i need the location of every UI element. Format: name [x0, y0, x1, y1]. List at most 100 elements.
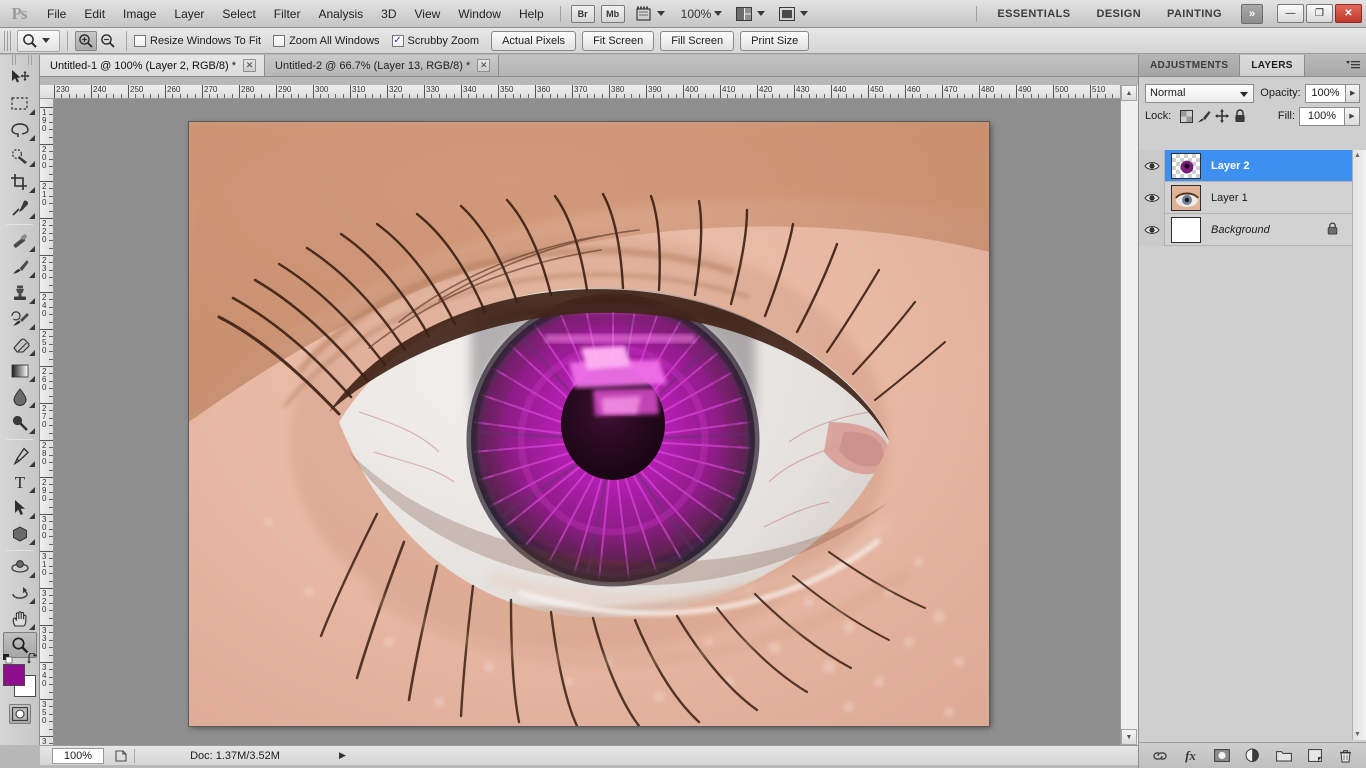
layer-style-fx-icon[interactable]: fx [1182, 747, 1200, 765]
color-swatches[interactable] [3, 664, 37, 698]
opacity-slider-arrow-icon[interactable]: ▶ [1346, 84, 1360, 103]
toolbox-grip[interactable] [0, 55, 39, 65]
new-layer-icon[interactable] [1306, 747, 1324, 765]
menu-window[interactable]: Window [449, 1, 510, 27]
opacity-input[interactable]: 100% [1305, 84, 1347, 103]
3d-orbit-tool[interactable] [3, 580, 37, 606]
menu-select[interactable]: Select [213, 1, 264, 27]
screen-mode-icon[interactable] [777, 5, 797, 23]
scrubby-zoom-option[interactable]: ✓ Scrubby Zoom [392, 35, 480, 47]
chevron-down-icon[interactable] [1240, 92, 1248, 97]
canvas-area[interactable] [54, 99, 1120, 745]
layer-thumbnail[interactable] [1171, 185, 1201, 211]
lock-image-pixels-icon[interactable] [1195, 107, 1213, 125]
menu-help[interactable]: Help [510, 1, 553, 27]
new-group-icon[interactable] [1275, 747, 1293, 765]
menu-view[interactable]: View [405, 1, 449, 27]
workspace-design[interactable]: DESIGN [1083, 1, 1154, 27]
delete-layer-icon[interactable] [1337, 747, 1355, 765]
layer-row-layer-2[interactable]: Layer 2 [1139, 150, 1366, 182]
resize-windows-to-fit-option[interactable]: Resize Windows To Fit [134, 35, 261, 47]
layer-name[interactable]: Background [1211, 224, 1270, 236]
lock-all-icon[interactable] [1231, 107, 1249, 125]
menu-edit[interactable]: Edit [75, 1, 114, 27]
lock-transparent-pixels-icon[interactable] [1177, 107, 1195, 125]
menu-image[interactable]: Image [114, 1, 165, 27]
brush-tool[interactable] [3, 254, 37, 280]
workspace-essentials[interactable]: ESSENTIALS [984, 1, 1083, 27]
status-zoom-level[interactable]: 100% [52, 748, 104, 764]
close-icon[interactable]: ✕ [243, 59, 256, 72]
view-extras-chevron-down-icon[interactable] [657, 11, 665, 16]
actual-pixels-button[interactable]: Actual Pixels [491, 31, 576, 51]
zoom-all-windows-option[interactable]: Zoom All Windows [273, 35, 379, 47]
zoom-level-chevron-down-icon[interactable] [714, 11, 722, 16]
horizontal-type-tool[interactable]: T [3, 469, 37, 495]
scroll-up-arrow-icon[interactable]: ▲ [1354, 152, 1361, 159]
add-layer-mask-icon[interactable] [1213, 747, 1231, 765]
arrange-documents-chevron-down-icon[interactable] [757, 11, 765, 16]
layer-row-background[interactable]: Background [1139, 214, 1366, 246]
layer-row-layer-1[interactable]: Layer 1 [1139, 182, 1366, 214]
swap-colors-icon[interactable] [27, 653, 39, 667]
fill-input[interactable]: 100% [1299, 107, 1345, 126]
close-button[interactable]: ✕ [1335, 4, 1362, 23]
horizontal-ruler[interactable]: 2302402502602702802903003103203303403503… [40, 85, 1120, 99]
scroll-up-arrow-icon[interactable]: ▲ [1121, 85, 1137, 101]
options-bar-grip[interactable] [4, 31, 12, 51]
lasso-tool[interactable] [3, 117, 37, 143]
document-image-eye-photo[interactable] [189, 122, 989, 726]
layer-panel-scrollbar[interactable]: ▲ ▼ [1352, 150, 1366, 740]
panel-menu-icon[interactable] [1346, 60, 1360, 71]
gradient-tool[interactable] [3, 358, 37, 384]
close-icon[interactable]: ✕ [477, 59, 490, 72]
fit-screen-button[interactable]: Fit Screen [582, 31, 654, 51]
shape-tool[interactable] [3, 521, 37, 547]
history-brush-tool[interactable] [3, 306, 37, 332]
menu-analysis[interactable]: Analysis [309, 1, 372, 27]
eyedropper-tool[interactable] [3, 195, 37, 221]
layer-visibility-toggle[interactable] [1139, 182, 1165, 214]
crop-tool[interactable] [3, 169, 37, 195]
lock-position-icon[interactable] [1213, 107, 1231, 125]
workspace-more-button[interactable]: » [1241, 4, 1263, 24]
tab-adjustments[interactable]: ADJUSTMENTS [1139, 55, 1240, 76]
canvas-vertical-scrollbar[interactable]: ▲ ▼ [1120, 85, 1138, 745]
zoom-in-button[interactable] [75, 31, 97, 51]
dodge-tool[interactable] [3, 410, 37, 436]
quick-selection-tool[interactable] [3, 143, 37, 169]
document-tab-untitled-2[interactable]: Untitled-2 @ 66.7% (Layer 13, RGB/8) * ✕ [265, 55, 499, 76]
fill-screen-button[interactable]: Fill Screen [660, 31, 734, 51]
workspace-painting[interactable]: PAINTING [1154, 1, 1235, 27]
layer-visibility-toggle[interactable] [1139, 214, 1165, 246]
menu-filter[interactable]: Filter [265, 1, 310, 27]
preview-thumbnail-icon[interactable] [108, 749, 134, 763]
hand-tool[interactable] [3, 606, 37, 632]
status-menu-arrow-icon[interactable]: ▶ [339, 750, 346, 761]
eraser-tool[interactable] [3, 332, 37, 358]
foreground-color-swatch[interactable] [3, 664, 25, 686]
clone-stamp-tool[interactable] [3, 280, 37, 306]
menu-file[interactable]: File [38, 1, 75, 27]
print-size-button[interactable]: Print Size [740, 31, 809, 51]
link-layers-icon[interactable] [1151, 747, 1169, 765]
vertical-ruler[interactable]: 1902002102202302402502602702802903003103… [40, 99, 54, 745]
3d-rotate-tool[interactable] [3, 554, 37, 580]
blur-tool[interactable] [3, 384, 37, 410]
view-extras-icon[interactable] [634, 5, 654, 23]
tab-layers[interactable]: LAYERS [1240, 55, 1304, 76]
tool-preset-picker[interactable] [17, 30, 60, 52]
scrubby-zoom-checkbox[interactable]: ✓ [392, 35, 404, 47]
new-adjustment-layer-icon[interactable] [1244, 747, 1262, 765]
menu-layer[interactable]: Layer [165, 1, 213, 27]
document-tab-untitled-1[interactable]: Untitled-1 @ 100% (Layer 2, RGB/8) * ✕ [40, 55, 265, 76]
path-selection-tool[interactable] [3, 495, 37, 521]
launch-mini-bridge-button[interactable]: Mb [601, 5, 625, 23]
scroll-down-arrow-icon[interactable]: ▼ [1354, 731, 1361, 738]
scroll-down-arrow-icon[interactable]: ▼ [1121, 729, 1137, 745]
spot-healing-brush-tool[interactable] [3, 228, 37, 254]
layer-visibility-toggle[interactable] [1139, 150, 1165, 182]
minimize-button[interactable]: — [1277, 4, 1304, 23]
rectangular-marquee-tool[interactable] [3, 91, 37, 117]
move-tool[interactable] [3, 65, 37, 91]
